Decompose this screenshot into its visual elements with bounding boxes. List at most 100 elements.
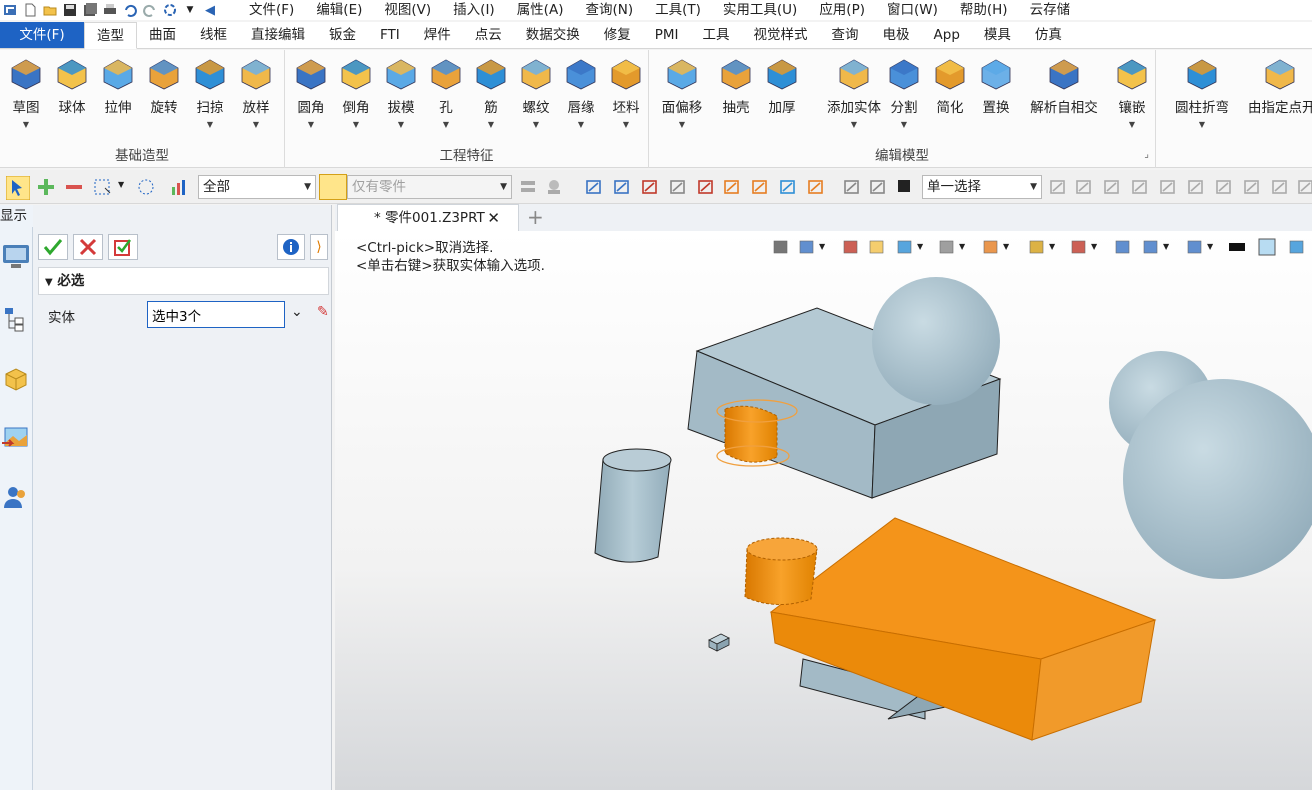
- snap-vertex-icon[interactable]: [640, 177, 660, 197]
- ribbon-button-simplify[interactable]: 简化: [927, 54, 973, 116]
- menu-item-11[interactable]: 云存储: [1019, 2, 1082, 18]
- ribbon-tab-6[interactable]: 焊件: [412, 22, 463, 48]
- chevron-down-icon[interactable]: ▼: [3, 120, 49, 129]
- ribbon-button-offset-face[interactable]: 面偏移 ▼: [659, 54, 705, 129]
- ribbon-button-sketch[interactable]: 草图 ▼: [3, 54, 49, 129]
- selected-cylinder-top[interactable]: [744, 537, 818, 606]
- snap-face-icon[interactable]: [584, 177, 604, 197]
- ribbon-button-extrude[interactable]: 拉伸: [95, 54, 141, 116]
- ribbon-button-inlay[interactable]: 镶嵌 ▼: [1109, 54, 1155, 129]
- scope-toggle[interactable]: [319, 174, 347, 200]
- chevron-down-icon[interactable]: ▼: [233, 120, 279, 129]
- ribbon-tab-2[interactable]: 线框: [188, 22, 239, 48]
- selected-block-large[interactable]: [769, 517, 1157, 741]
- circle-icon[interactable]: [1242, 177, 1262, 197]
- ribbon-button-draft[interactable]: 拔模 ▼: [378, 54, 424, 129]
- list-icon[interactable]: [722, 177, 742, 197]
- chevron-down-icon[interactable]: ▼: [288, 120, 334, 129]
- chevron-down-icon[interactable]: ▼: [500, 176, 507, 198]
- box-select-icon[interactable]: [92, 177, 112, 197]
- ribbon-button-rib[interactable]: 筋 ▼: [468, 54, 514, 129]
- chevron-down-icon[interactable]: ▼: [1207, 242, 1213, 251]
- menu-item-10[interactable]: 帮助(H): [949, 2, 1019, 18]
- ribbon-button-add-solid[interactable]: 添加实体 ▼: [819, 54, 889, 129]
- ribbon-tab-12[interactable]: 视觉样式: [742, 22, 820, 48]
- save-icon[interactable]: [60, 2, 80, 18]
- chevron-down-icon[interactable]: ▼: [1091, 242, 1097, 251]
- gear-icon[interactable]: [1074, 177, 1094, 197]
- arc-icon[interactable]: [1296, 177, 1312, 197]
- circle-target-icon[interactable]: [1214, 177, 1234, 197]
- ribbon-button-split[interactable]: 分割 ▼: [881, 54, 927, 129]
- parts-icon[interactable]: [518, 177, 538, 197]
- open-icon[interactable]: [40, 2, 60, 18]
- model-scene[interactable]: [335, 231, 1312, 790]
- menu-item-0[interactable]: 文件(F): [238, 2, 305, 18]
- new-icon[interactable]: [20, 2, 40, 18]
- zoom-fit-icon[interactable]: [1027, 237, 1047, 257]
- info-button[interactable]: [277, 234, 305, 260]
- ribbon-button-thicken[interactable]: 加厚: [759, 54, 805, 116]
- menu-item-3[interactable]: 插入(I): [442, 2, 506, 18]
- ribbon-tab-1[interactable]: 曲面: [137, 22, 188, 48]
- menu-item-9[interactable]: 窗口(W): [876, 2, 949, 18]
- chevron-down-icon[interactable]: ▼: [659, 120, 705, 129]
- filter-icon[interactable]: [170, 177, 190, 197]
- print-icon[interactable]: [100, 2, 120, 18]
- chevron-down-icon[interactable]: ▼: [819, 242, 825, 251]
- ribbon-button-stock[interactable]: 坯料 ▼: [603, 54, 649, 129]
- ribbon-button-thread[interactable]: 螺纹 ▼: [513, 54, 559, 129]
- chevron-down-icon[interactable]: ▼: [513, 120, 559, 129]
- ribbon-tab-11[interactable]: 工具: [691, 22, 742, 48]
- history-tree-icon[interactable]: [2, 305, 30, 333]
- add-icon[interactable]: [36, 177, 56, 197]
- path-icon[interactable]: [868, 177, 888, 197]
- chevron-down-icon[interactable]: ▼: [603, 120, 649, 129]
- wire-cube-icon[interactable]: [937, 237, 957, 257]
- chevron-left-icon[interactable]: ◀: [200, 2, 220, 18]
- slash-icon[interactable]: [1186, 177, 1206, 197]
- expand-options-icon[interactable]: ⌄: [291, 304, 303, 320]
- cursor-icon[interactable]: [696, 177, 716, 197]
- ribbon-tab-15[interactable]: App: [922, 22, 972, 48]
- menu-item-5[interactable]: 查询(N): [574, 2, 644, 18]
- chevron-down-icon[interactable]: ▼: [118, 180, 124, 189]
- chevron-down-icon[interactable]: ▼: [1003, 242, 1009, 251]
- stop-icon[interactable]: [896, 178, 912, 194]
- chevron-down-icon[interactable]: ▼: [187, 120, 233, 129]
- play-icon[interactable]: [1102, 177, 1122, 197]
- menu-item-4[interactable]: 属性(A): [506, 2, 575, 18]
- undo-icon[interactable]: [120, 2, 140, 18]
- refresh-icon[interactable]: [160, 2, 180, 18]
- menu-item-8[interactable]: 应用(P): [808, 2, 876, 18]
- chevron-down-icon[interactable]: ▼: [1170, 120, 1234, 129]
- chevron-down-icon[interactable]: ▼: [1163, 242, 1169, 251]
- ok-button[interactable]: [38, 234, 68, 260]
- ribbon-button-sweep[interactable]: 扫掠 ▼: [187, 54, 233, 129]
- display-mode-icon[interactable]: [1185, 237, 1205, 257]
- blue-swatch-icon[interactable]: [1257, 237, 1277, 257]
- graphics-viewport[interactable]: <Ctrl-pick>取消选择. <单击右键>获取实体输入选项. ▼ ▼ ▼ ▼ ▼ ▼ ▼…: [335, 231, 1312, 790]
- solid-cylinder[interactable]: [594, 448, 672, 563]
- chevron-down-icon[interactable]: ▼: [180, 2, 200, 18]
- assembly-icon[interactable]: [544, 177, 564, 197]
- ribbon-button-revolve[interactable]: 旋转: [141, 54, 187, 116]
- chevron-down-icon[interactable]: ▼: [917, 242, 923, 251]
- ribbon-button-sphere[interactable]: 球体: [49, 54, 95, 116]
- ribbon-tab-10[interactable]: PMI: [643, 22, 691, 48]
- chevron-down-icon[interactable]: ▼: [558, 120, 604, 129]
- file-tab[interactable]: 文件(F): [0, 22, 84, 48]
- layers-icon[interactable]: [1287, 237, 1307, 257]
- ribbon-tab-14[interactable]: 电极: [871, 22, 922, 48]
- dimension-icon[interactable]: [1141, 237, 1161, 257]
- menu-item-2[interactable]: 视图(V): [373, 2, 442, 18]
- filter-combo[interactable]: 全部 ▼: [198, 175, 316, 199]
- selection-mode-combo[interactable]: 单一选择 ▼: [922, 175, 1042, 199]
- view-manager-icon[interactable]: [2, 423, 30, 451]
- chevron-down-icon[interactable]: ▼: [1049, 242, 1055, 251]
- ribbon-tab-0[interactable]: 造型: [84, 22, 137, 49]
- ribbon-tab-7[interactable]: 点云: [463, 22, 514, 48]
- select-body-icon[interactable]: [778, 177, 798, 197]
- entity-input[interactable]: [147, 301, 285, 328]
- ribbon-button-chamfer[interactable]: 倒角 ▼: [333, 54, 379, 129]
